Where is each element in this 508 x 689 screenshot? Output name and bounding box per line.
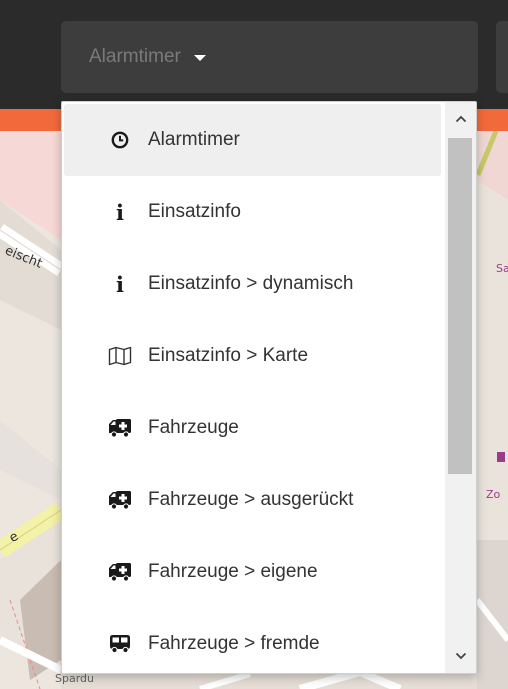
menu-scrollbar[interactable] [445, 102, 476, 673]
menu-item-label: Fahrzeuge > fremde [148, 633, 320, 654]
bus-icon [106, 633, 134, 655]
menu-item-fahrzeuge-ausgerueckt[interactable]: Fahrzeuge > ausgerückt [62, 464, 445, 536]
info-icon: i [116, 199, 124, 225]
view-dropdown-menu: Alarmtimer i Einsatzinfo i Einsatzinfo >… [61, 101, 477, 674]
ambulance-icon [106, 561, 134, 583]
ambulance-icon [106, 417, 134, 439]
menu-item-einsatzinfo[interactable]: i Einsatzinfo [62, 176, 445, 248]
menu-item-label: Einsatzinfo [148, 201, 241, 222]
info-icon: i [116, 271, 124, 297]
menu-item-label: Fahrzeuge > ausgerückt [148, 489, 354, 510]
menu-item-alarmtimer[interactable]: Alarmtimer [64, 104, 441, 176]
ambulance-icon [106, 489, 134, 511]
view-selector-dropdown[interactable]: Alarmtimer [61, 21, 478, 93]
chevron-down-icon[interactable] [445, 639, 476, 673]
view-selector-label: Alarmtimer [89, 46, 181, 67]
map-icon [106, 345, 134, 367]
caret-down-icon [193, 55, 206, 61]
chevron-up-icon[interactable] [445, 102, 476, 136]
scrollbar-thumb[interactable] [448, 138, 472, 474]
menu-item-einsatzinfo-karte[interactable]: Einsatzinfo > Karte [62, 320, 445, 392]
menu-item-fahrzeuge-eigene[interactable]: Fahrzeuge > eigene [62, 536, 445, 608]
secondary-selector[interactable] [496, 21, 508, 93]
map-poi-label: Zo [486, 488, 501, 501]
menu-item-label: Alarmtimer [148, 129, 240, 150]
menu-item-label: Einsatzinfo > Karte [148, 345, 309, 366]
menu-item-label: Einsatzinfo > dynamisch [148, 273, 354, 294]
menu-item-fahrzeuge[interactable]: Fahrzeuge [62, 392, 445, 464]
clock-icon [106, 129, 134, 151]
menu-item-einsatzinfo-dynamisch[interactable]: i Einsatzinfo > dynamisch [62, 248, 445, 320]
menu-list: Alarmtimer i Einsatzinfo i Einsatzinfo >… [62, 102, 445, 673]
map-poi-label: Sa [496, 262, 508, 275]
menu-item-label: Fahrzeuge > eigene [148, 561, 318, 582]
menu-item-label: Fahrzeuge [148, 417, 239, 438]
menu-item-fahrzeuge-fremde[interactable]: Fahrzeuge > fremde [62, 608, 445, 673]
